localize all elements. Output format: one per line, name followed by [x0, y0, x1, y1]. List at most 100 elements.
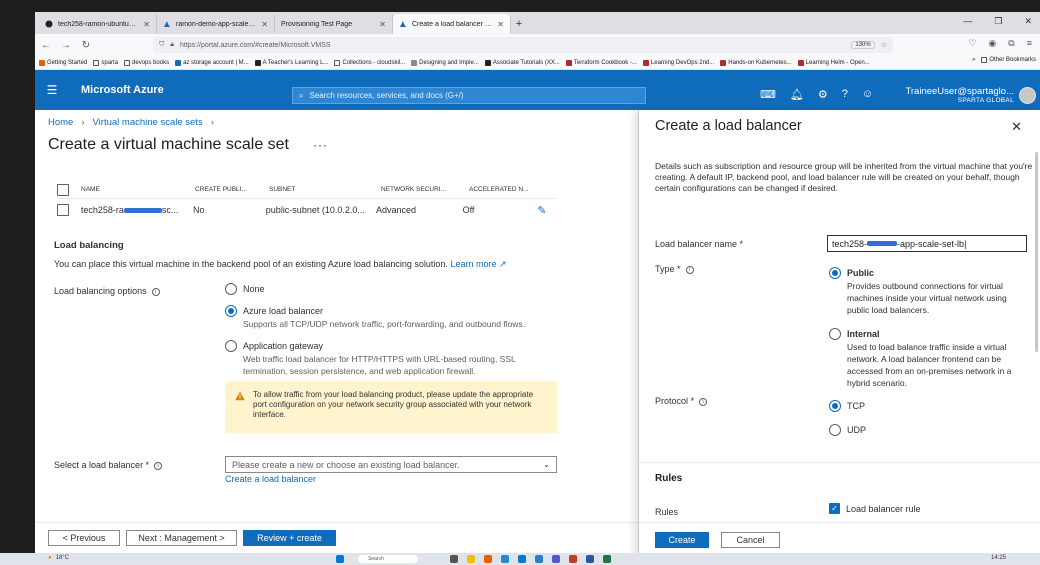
pocket-icon[interactable]: ♡ — [968, 38, 976, 49]
lb-name-input[interactable]: tech258- -app-scale-set-lb | — [827, 235, 1027, 252]
breadcrumb-home[interactable]: Home — [48, 117, 73, 128]
radio-button[interactable] — [829, 400, 841, 412]
back-icon[interactable]: ← — [41, 40, 51, 51]
create-lb-link[interactable]: Create a load balancer — [225, 474, 316, 484]
previous-button[interactable]: < Previous — [48, 530, 120, 546]
bookmark-folder[interactable]: Collections - cloudskil... — [334, 59, 405, 66]
close-window-icon[interactable]: ✕ — [1024, 16, 1032, 27]
lb-rule-checkbox[interactable]: ✓ Load balancer rule — [829, 503, 921, 514]
explorer-icon[interactable] — [467, 555, 475, 563]
address-bar[interactable]: ⛉ 🔒︎ https://portal.azure.com/#create/Mi… — [153, 37, 893, 53]
help-icon[interactable]: ? — [842, 88, 848, 101]
reload-icon[interactable]: ↻ — [81, 40, 91, 51]
browser-tab-4[interactable]: Create a load balancer - Micro ✕ — [393, 14, 511, 34]
info-icon[interactable]: i — [685, 265, 694, 274]
radio-none[interactable]: None — [225, 283, 545, 295]
minimize-icon[interactable]: — — [963, 16, 972, 27]
scrollbar[interactable] — [1035, 152, 1038, 352]
next-button[interactable]: Next : Management > — [126, 530, 237, 546]
feedback-icon[interactable]: ☺ — [862, 88, 873, 101]
window-controls: — ❐ ✕ — [963, 16, 1032, 27]
task-view-icon[interactable] — [450, 555, 458, 563]
create-button[interactable]: Create — [655, 532, 709, 548]
radio-udp[interactable]: UDP — [829, 424, 1029, 436]
taskbar-search[interactable]: Search — [358, 555, 418, 563]
teams-icon[interactable] — [552, 555, 560, 563]
radio-azure-load-balancer[interactable]: Azure load balancer Supports all TCP/UDP… — [225, 305, 545, 330]
pencil-icon[interactable]: ✎ — [537, 204, 557, 217]
radio-button[interactable] — [225, 340, 237, 352]
close-icon[interactable]: ✕ — [379, 20, 386, 29]
gear-icon[interactable]: ⚙ — [818, 88, 828, 101]
radio-button[interactable] — [829, 328, 841, 340]
bookmark-item[interactable]: Learning Helm - Open... — [797, 59, 870, 66]
close-icon[interactable]: ✕ — [1011, 119, 1022, 135]
external-link-icon: ↗ — [499, 259, 507, 269]
menu-icon[interactable]: ≡ — [1027, 38, 1032, 49]
firefox-icon[interactable] — [484, 555, 492, 563]
close-icon[interactable]: ✕ — [261, 20, 268, 29]
bookmark-item[interactable]: Learning DevOps 2nd... — [642, 59, 714, 66]
select-lb-dropdown[interactable]: Please create a new or choose an existin… — [225, 456, 557, 473]
forward-icon[interactable]: → — [61, 40, 71, 51]
global-search-input[interactable]: ⌕ Search resources, services, and docs (… — [292, 87, 646, 104]
checkmark-icon[interactable]: ✓ — [829, 503, 840, 514]
account-icon[interactable]: ◉ — [988, 38, 996, 49]
other-bookmarks[interactable]: Other Bookmarks — [981, 57, 1036, 63]
close-icon[interactable]: ✕ — [497, 20, 504, 29]
windows-start-icon[interactable] — [336, 555, 344, 563]
mail-icon[interactable] — [518, 555, 526, 563]
edge-icon[interactable] — [501, 555, 509, 563]
radio-application-gateway[interactable]: Application gateway Web traffic load bal… — [225, 340, 545, 377]
word-icon[interactable] — [586, 555, 594, 563]
select-all-checkbox[interactable] — [57, 183, 69, 196]
radio-button[interactable] — [225, 283, 237, 295]
radio-button[interactable] — [829, 424, 841, 436]
bookmark-item[interactable]: Terraform Cookbook -... — [565, 59, 637, 66]
info-icon[interactable]: i — [154, 461, 163, 470]
row-checkbox[interactable] — [57, 204, 69, 216]
hamburger-menu-icon[interactable]: ☰ — [35, 83, 69, 97]
star-icon[interactable]: ☆ — [881, 41, 887, 49]
bookmark-item[interactable]: az storage account | M... — [175, 59, 249, 66]
powerpoint-icon[interactable] — [569, 555, 577, 563]
bell-icon[interactable]: 🔔︎ — [790, 88, 804, 101]
bookmark-item[interactable]: A Teacher's Learning L... — [254, 59, 328, 66]
bookmark-icon — [642, 59, 649, 66]
radio-button[interactable] — [225, 305, 237, 317]
extensions-icon[interactable]: ⧉ — [1008, 38, 1014, 49]
learn-more-link[interactable]: Learn more ↗ — [450, 259, 506, 269]
browser-tab-2[interactable]: ramon-demo-app-scale-set - N ✕ — [157, 14, 275, 34]
bookmark-item[interactable]: Hands-on Kubernetes... — [720, 59, 792, 66]
bookmark-folder[interactable]: devops books — [124, 59, 169, 66]
radio-tcp[interactable]: TCP — [829, 400, 1029, 412]
more-options-icon[interactable]: ··· — [313, 138, 328, 152]
radio-internal[interactable]: Internal Used to load balance traffic in… — [829, 328, 1029, 389]
azure-brand[interactable]: Microsoft Azure — [69, 84, 291, 96]
maximize-icon[interactable]: ❐ — [994, 16, 1002, 27]
bookmark-item[interactable]: Associate Tutorials (XX... — [484, 59, 560, 66]
bookmark-item[interactable]: Designing and Imple... — [411, 59, 479, 66]
bookmark-folder[interactable]: sparta — [93, 59, 118, 66]
browser-tab-3[interactable]: Provisioning Test Page ✕ — [275, 14, 393, 34]
cloud-shell-icon[interactable]: ⌨ — [760, 88, 776, 101]
info-icon[interactable]: i — [699, 397, 708, 406]
folder-icon — [981, 57, 988, 63]
breadcrumb-vmss[interactable]: Virtual machine scale sets — [93, 117, 203, 128]
info-icon[interactable]: i — [151, 287, 160, 296]
vscode-icon[interactable] — [535, 555, 543, 563]
avatar[interactable] — [1019, 87, 1036, 104]
review-create-button[interactable]: Review + create — [243, 530, 336, 546]
radio-public[interactable]: Public Provides outbound connections for… — [829, 267, 1029, 316]
chevron-right-icon[interactable]: » — [972, 57, 975, 63]
excel-icon[interactable] — [603, 555, 611, 563]
radio-button[interactable] — [829, 267, 841, 279]
cancel-button[interactable]: Cancel — [721, 532, 780, 548]
new-tab-button[interactable]: + — [511, 14, 527, 34]
weather-widget[interactable]: ● 18°C — [48, 555, 69, 561]
zoom-level[interactable]: 130% — [851, 41, 875, 49]
browser-tab-1[interactable]: tech258-ramon-ubuntu2204-a ✕ — [39, 14, 157, 34]
close-icon[interactable]: ✕ — [143, 20, 150, 29]
user-account[interactable]: TraineeUser@spartaglo... SPARTA GLOBAL — [905, 86, 1014, 104]
bookmark-item[interactable]: Getting Started — [39, 59, 87, 66]
